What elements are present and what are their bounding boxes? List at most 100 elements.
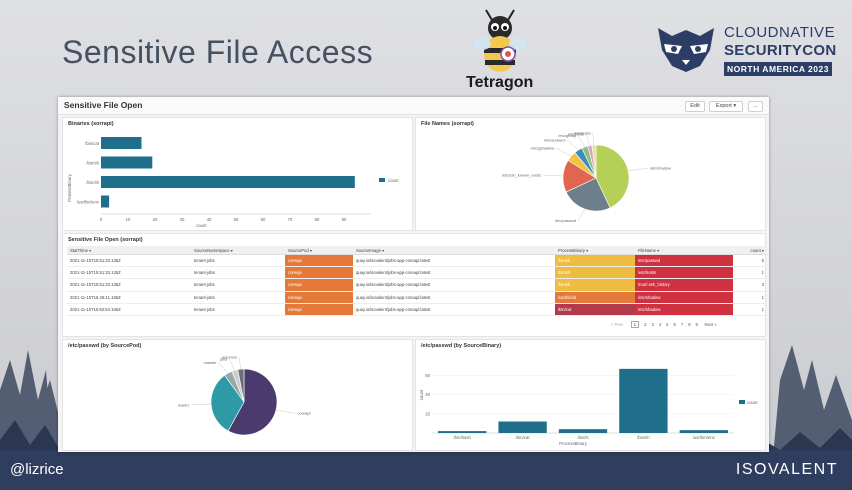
- more-options-button[interactable]: ...: [748, 101, 763, 112]
- cell-starttime: 2021-11-15T16:46:41.165Z: [67, 291, 191, 304]
- filenames-leader-line: [577, 135, 585, 148]
- binbar-category-label: /bin/bash: [453, 435, 471, 440]
- pager-page[interactable]: 8: [688, 322, 690, 327]
- cell-image: quay.io/isovalent/jobs-app-coreapi:lates…: [353, 291, 555, 304]
- column-header-binary[interactable]: ProcessBinary ▾: [555, 246, 635, 255]
- footer-band: [0, 450, 852, 490]
- column-header-filename[interactable]: FileName ▾: [635, 246, 733, 255]
- pod-slice-label: resumes: [222, 355, 237, 360]
- binbar-y-tick: 60: [425, 373, 430, 378]
- export-button[interactable]: Export ▾: [709, 101, 743, 112]
- binaries-x-tick: 40: [207, 217, 212, 222]
- binaries-bar[interactable]: [101, 195, 110, 208]
- binbar-bar[interactable]: [558, 429, 608, 433]
- binaries-bar[interactable]: [101, 176, 355, 188]
- binbar-y-tick: 20: [425, 411, 430, 416]
- table-row[interactable]: 2021-11-15T15:51:33.135Z tenant-jobs corea…: [67, 278, 767, 292]
- cell-image: quay.io/isovalent/jobs-app-coreapi:lates…: [353, 278, 555, 292]
- cell-pod: coreapi: [285, 278, 353, 292]
- binaries-x-tick: 80: [315, 217, 320, 222]
- cell-binary: /bin/cat: [555, 303, 635, 316]
- pager-page[interactable]: 9: [696, 322, 698, 327]
- pager-page[interactable]: 6: [674, 322, 676, 327]
- table-row[interactable]: 2021-11-15T15:51:33.135Z tenant-jobs corea…: [67, 266, 767, 280]
- column-header-pod[interactable]: SourcePod ▾: [285, 246, 353, 255]
- tetragon-label: Tetragon: [466, 74, 534, 91]
- binbar-y-axis-label: count: [419, 389, 424, 400]
- binaries-x-tick: 0: [100, 217, 103, 222]
- table-row[interactable]: 2021-11-15T16:46:41.165Z tenant-jobs corea…: [67, 291, 767, 304]
- filenames-panel: File Names (sorrapi) /etc/shadow/etc/pas…: [415, 117, 766, 231]
- filenames-leader-line: [592, 133, 595, 146]
- filenames-slice-label: /etc/passwd: [555, 218, 576, 223]
- pod-slice-label: crawler: [204, 360, 218, 365]
- pod-leader-line: [229, 358, 235, 371]
- cell-pod: coreapi: [285, 303, 353, 316]
- filenames-leader-line: [556, 148, 572, 157]
- slide-title: Sensitive File Access: [62, 34, 374, 70]
- filenames-leader-line: [543, 174, 564, 177]
- table-row[interactable]: 2021-11-15T15:51:33.135Z tenant-jobs corea…: [67, 254, 767, 268]
- conference-name-line2: SECURITYCON: [724, 42, 837, 59]
- pod-leader-line: [218, 362, 229, 374]
- binaries-panel: Binaries (sorrapi) /bin/cat/bin/sh/bin/s…: [62, 117, 413, 231]
- pod-slice-label: coreapi: [297, 411, 310, 416]
- pager-page[interactable]: 4: [659, 322, 661, 327]
- binbar-bar[interactable]: [438, 431, 487, 433]
- speaker-handle: @lizrice: [10, 461, 64, 478]
- cell-namespace: tenant-jobs: [191, 254, 285, 268]
- binaries-category-label: /usr/bin/env: [77, 200, 100, 205]
- cell-filename: /root/.ssh_history: [635, 278, 733, 292]
- pager-page[interactable]: 1: [630, 321, 640, 328]
- filenames-slice-label: /etc/gshadow: [531, 146, 555, 151]
- passwd-by-binary-bar-chart: 20 40 60/bin/bash/bin/cat/bin/ls/bin/sh/us…: [419, 368, 758, 446]
- cell-count: 1: [733, 303, 767, 316]
- pager-next[interactable]: Next »: [705, 322, 717, 327]
- binbar-x-axis-label: ProcessBinary: [559, 441, 588, 446]
- filenames-leader-line: [577, 208, 585, 221]
- conference-edition-badge: NORTH AMERICA 2023: [724, 62, 832, 76]
- column-header-starttime[interactable]: StartTime ▾: [67, 246, 191, 255]
- pod-slice-label: loader: [178, 402, 190, 407]
- cell-count: 1: [733, 266, 767, 280]
- binbar-bar[interactable]: [498, 421, 547, 433]
- binbar-category-label: /usr/bin/env: [693, 435, 716, 440]
- cell-starttime: 2021-11-15T15:51:33.135Z: [67, 266, 191, 280]
- conference-logo: CLOUDNATIVE SECURITYCON NORTH AMERICA 20…: [652, 18, 842, 80]
- pager-page[interactable]: 5: [666, 322, 668, 327]
- passwd-by-pod-pie-chart: coreapiloadercrawlerjobsresumes: [178, 355, 311, 436]
- pager-page[interactable]: 7: [681, 322, 683, 327]
- cell-image: quay.io/isovalent/jobs-app-coreapi:lates…: [353, 303, 555, 316]
- pager-page[interactable]: 3: [651, 322, 653, 327]
- column-header-image[interactable]: SourceImage ▾: [353, 246, 555, 255]
- binaries-x-tick: 10: [126, 217, 131, 222]
- binbar-bar[interactable]: [619, 368, 668, 433]
- filenames-leader-line: [567, 139, 579, 151]
- binaries-bar[interactable]: [101, 156, 153, 169]
- pod-leader-line: [238, 357, 242, 370]
- column-header-count[interactable]: count ▾: [733, 246, 767, 255]
- cell-image: quay.io/isovalent/jobs-app-coreapi:lates…: [353, 266, 555, 280]
- cell-count: 1: [733, 291, 767, 304]
- binaries-x-tick: 50: [234, 217, 239, 222]
- edit-button[interactable]: Edit: [685, 101, 705, 112]
- binbar-category-label: /bin/sh: [637, 435, 650, 440]
- cell-pod: coreapi: [285, 254, 353, 268]
- binaries-y-axis-label: ProcessBinary: [67, 173, 72, 202]
- filenames-slice-label: /etc/ssh_known_hosts: [502, 173, 541, 178]
- cell-pod: coreapi: [285, 291, 353, 304]
- raccoon-icon: [658, 28, 714, 72]
- binaries-category-label: /bin/sh: [86, 180, 99, 185]
- pager-page[interactable]: 2: [644, 322, 646, 327]
- passwd-by-binary-panel: /etc/passwd (by SourceBinary) 20 40 60/bin…: [415, 339, 766, 451]
- binaries-bar[interactable]: [101, 137, 142, 149]
- binaries-x-tick: 30: [180, 217, 185, 222]
- filenames-pie-chart: /etc/shadow/etc/passwd/etc/ssh_known_hos…: [502, 131, 671, 223]
- column-header-namespace[interactable]: SourceNamespace ▾: [191, 246, 285, 255]
- table-row[interactable]: 2021-11-15T15:52:54.165Z tenant-jobs corea…: [67, 303, 767, 316]
- binbar-bar[interactable]: [679, 430, 728, 433]
- pager-prev[interactable]: « Prev: [611, 322, 623, 327]
- binaries-category-label: /bin/sh: [86, 161, 99, 166]
- cell-starttime: 2021-11-15T15:51:33.135Z: [67, 254, 191, 268]
- binbar-legend-label: count: [747, 400, 758, 405]
